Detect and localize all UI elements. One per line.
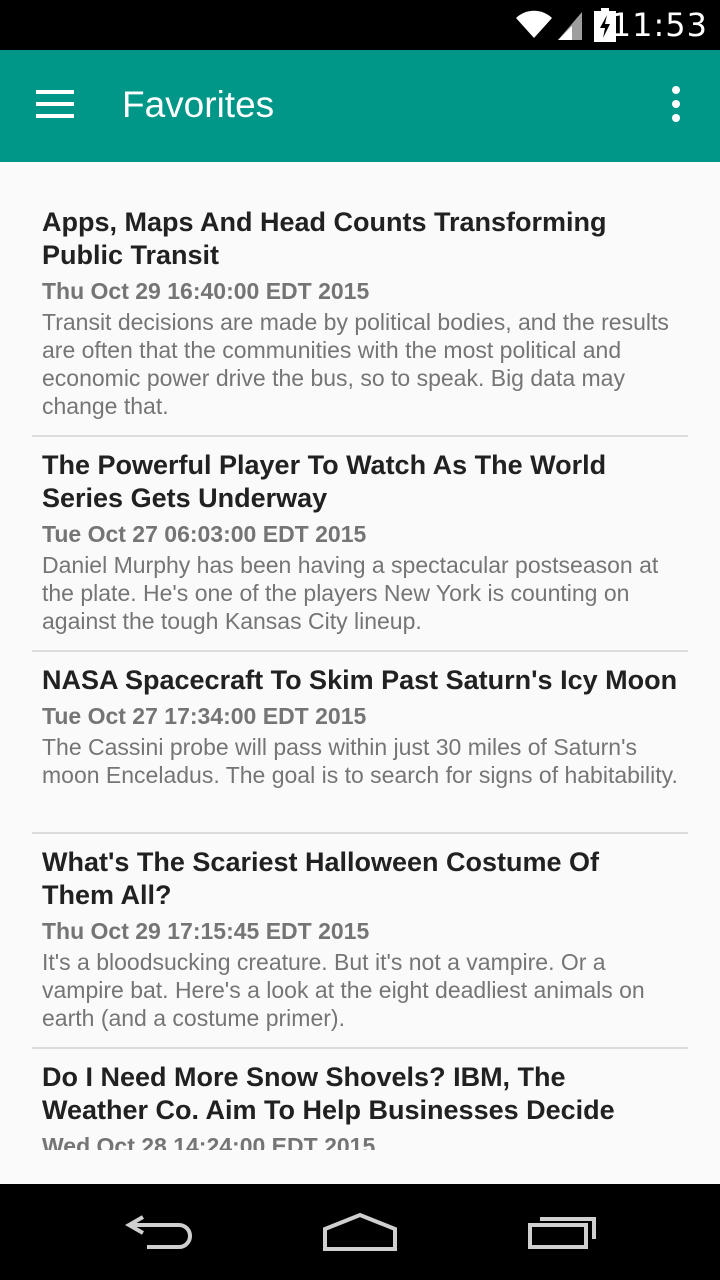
- back-icon: [124, 1211, 195, 1256]
- list-item[interactable]: The Powerful Player To Watch As The Worl…: [32, 449, 688, 635]
- article-date: Tue Oct 27 17:34:00 EDT 2015: [42, 703, 367, 729]
- list-item[interactable]: What's The Scariest Halloween Costume Of…: [32, 846, 688, 1032]
- article-date: Thu Oct 29 17:15:45 EDT 2015: [42, 918, 370, 944]
- signal-icon: [556, 10, 584, 45]
- article-description: The Cassini probe will pass within just …: [42, 734, 678, 788]
- page-title: Favorites: [122, 84, 275, 125]
- status-bar: 11:53: [0, 0, 720, 50]
- article-description: Daniel Murphy has been having a spectacu…: [42, 552, 659, 634]
- article-date: Thu Oct 29 16:40:00 EDT 2015: [42, 278, 370, 304]
- article-title: NASA Spacecraft To Skim Past Saturn's Ic…: [42, 665, 678, 695]
- app-bar: Favorites: [0, 50, 720, 162]
- overflow-menu-button[interactable]: [656, 82, 696, 130]
- list-item[interactable]: Do I Need More Snow Shovels? IBM, The We…: [32, 1061, 688, 1150]
- article-title: What's The Scariest Halloween Costume Of…: [42, 847, 600, 910]
- article-title: The Powerful Player To Watch As The Worl…: [42, 450, 607, 513]
- divider: [32, 1047, 688, 1049]
- list-item[interactable]: NASA Spacecraft To Skim Past Saturn's Ic…: [32, 664, 688, 789]
- divider: [32, 832, 688, 834]
- article-description: It's a bloodsucking creature. But it's n…: [42, 949, 645, 1031]
- recents-button[interactable]: [502, 1198, 622, 1268]
- home-button[interactable]: [300, 1198, 420, 1268]
- article-date: Tue Oct 27 06:03:00 EDT 2015: [42, 521, 367, 547]
- favorites-list[interactable]: Apps, Maps And Head Counts Transforming …: [0, 162, 720, 1150]
- overflow-menu-icon: [671, 85, 681, 127]
- navigation-bar: [0, 1184, 720, 1280]
- status-time: 11:53: [610, 6, 708, 44]
- wifi-icon: [514, 8, 554, 45]
- list-item[interactable]: Apps, Maps And Head Counts Transforming …: [32, 206, 688, 420]
- article-title: Do I Need More Snow Shovels? IBM, The We…: [42, 1062, 615, 1125]
- home-icon: [322, 1211, 398, 1256]
- menu-button[interactable]: [18, 80, 94, 132]
- hamburger-menu-icon: [36, 89, 76, 123]
- article-date: Wed Oct 28 14:24:00 EDT 2015: [42, 1133, 376, 1150]
- article-description: Transit decisions are made by political …: [42, 309, 669, 419]
- divider: [32, 650, 688, 652]
- divider: [32, 435, 688, 437]
- back-button[interactable]: [100, 1198, 220, 1268]
- article-title: Apps, Maps And Head Counts Transforming …: [42, 207, 607, 270]
- recents-icon: [526, 1211, 598, 1256]
